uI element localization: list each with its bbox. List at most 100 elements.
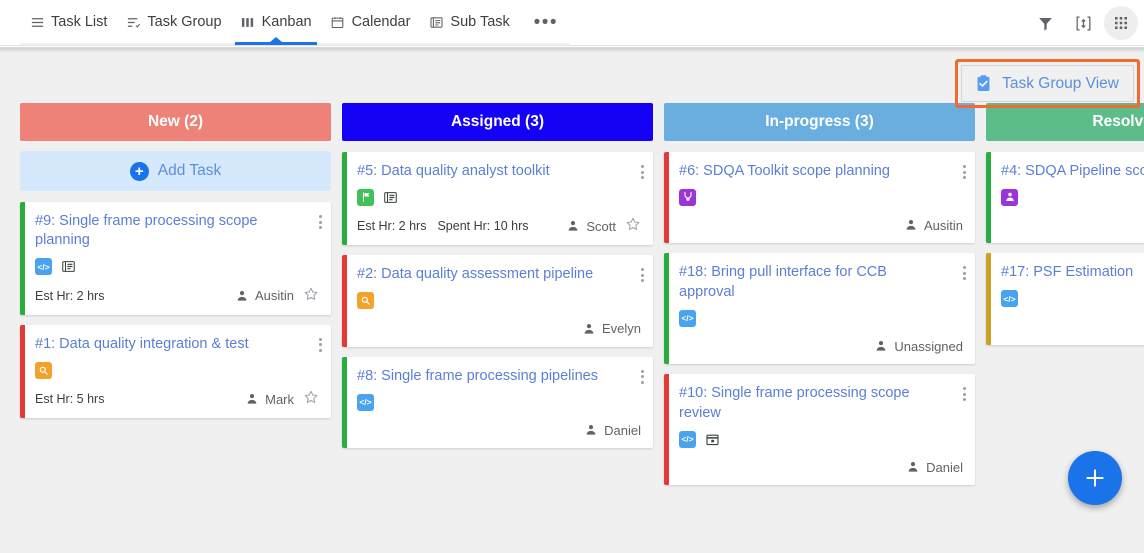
- favorite-star-icon[interactable]: [303, 389, 319, 409]
- active-tab-underline: [234, 42, 317, 45]
- task-card[interactable]: #5: Data quality analyst toolkit Est Hr: …: [342, 152, 653, 246]
- search-icon: [35, 361, 52, 379]
- assignee[interactable]: Ausitin: [904, 218, 963, 233]
- person-badge-icon: [1001, 188, 1018, 206]
- est-hours: Est Hr: 5 hrs: [35, 392, 105, 407]
- tab-calendar[interactable]: Calendar: [321, 0, 420, 45]
- task-card-title: #17: PSF Estimation: [1001, 264, 1134, 281]
- code-icon: </>: [35, 258, 52, 276]
- task-card-footer: Daniel: [679, 458, 963, 476]
- column-header: In-progress (3): [664, 103, 975, 141]
- task-card-icons: </>: [35, 258, 319, 276]
- person-icon: [245, 392, 259, 406]
- card-menu-icon[interactable]: [641, 165, 644, 179]
- task-card[interactable]: #2: Data quality assessment pipeline Evel…: [342, 255, 653, 347]
- task-card-footer: Evelyn: [357, 320, 641, 338]
- task-card-footer: Est Hr: 2 hrs Spent Hr: 10 hrs Scott: [357, 216, 641, 236]
- list-icon: [29, 15, 45, 31]
- card-list: #9: Single frame processing scope planni…: [20, 202, 331, 419]
- assignee-name: Scott: [586, 218, 616, 234]
- card-menu-icon[interactable]: [641, 268, 644, 283]
- outline-icon: [383, 190, 398, 205]
- task-card[interactable]: #18: Bring pull interface for CCB approv…: [664, 253, 975, 365]
- task-card-title: #5: Data quality analyst toolkit: [357, 163, 550, 179]
- card-menu-icon[interactable]: [963, 266, 966, 281]
- more-views-button[interactable]: •••: [529, 6, 563, 40]
- card-menu-icon[interactable]: [319, 215, 322, 229]
- tab-label: Calendar: [351, 14, 411, 31]
- person-icon: [906, 460, 920, 474]
- kanban-icon: [240, 15, 256, 31]
- task-card[interactable]: #8: Single frame processing pipelines </>…: [342, 356, 653, 449]
- filter-icon[interactable]: [1028, 6, 1062, 40]
- sort-icon[interactable]: [1066, 6, 1100, 40]
- add-task-button[interactable]: + Add Task: [20, 151, 331, 191]
- kanban-column: Resolved (De #4: SDQA Pipeline scope r #17…: [986, 103, 1144, 485]
- task-card[interactable]: #4: SDQA Pipeline scope r: [986, 152, 1144, 244]
- tab-task-group[interactable]: Task Group: [116, 0, 230, 45]
- task-card-icons: [679, 188, 963, 206]
- task-card-icons: [1001, 188, 1144, 206]
- top-navigation-bar: Task List Task Group Kanban Calendar Sub Tas…: [0, 0, 1144, 46]
- card-list: #6: SDQA Toolkit scope planning Ausitin #1…: [664, 152, 975, 486]
- assignee[interactable]: Evelyn: [582, 321, 641, 336]
- assignee[interactable]: Unassigned: [874, 339, 963, 354]
- task-card[interactable]: #9: Single frame processing scope planni…: [20, 202, 331, 315]
- task-card[interactable]: #1: Data quality integration & test Est H…: [20, 324, 331, 419]
- card-menu-icon[interactable]: [641, 369, 644, 384]
- calendar-icon: [705, 432, 720, 447]
- code-icon: </>: [357, 393, 374, 411]
- tab-label: Task Group: [147, 14, 222, 31]
- task-card-title: #4: SDQA Pipeline scope r: [1001, 163, 1144, 179]
- favorite-star-icon[interactable]: [303, 286, 319, 306]
- person-icon: [904, 218, 918, 232]
- task-card[interactable]: #6: SDQA Toolkit scope planning Ausitin: [664, 152, 975, 244]
- calendar-icon: [330, 15, 346, 31]
- column-header: Assigned (3): [342, 103, 653, 141]
- stethoscope-icon: [679, 188, 696, 206]
- task-card-title: #8: Single frame processing pipelines: [357, 367, 598, 384]
- task-card-footer: Unassigned: [679, 337, 963, 355]
- clipboard-check-icon: [974, 74, 993, 93]
- spent-hours: Spent Hr: 10 hrs: [437, 219, 529, 234]
- assignee-name: Daniel: [604, 422, 641, 438]
- card-menu-icon[interactable]: [963, 387, 966, 402]
- assignee[interactable]: Daniel: [906, 460, 963, 475]
- card-list: #5: Data quality analyst toolkit Est Hr: …: [342, 152, 653, 449]
- task-card[interactable]: #17: PSF Estimation </>: [986, 253, 1144, 345]
- card-menu-icon[interactable]: [963, 165, 966, 179]
- add-task-fab[interactable]: [1068, 451, 1122, 505]
- tab-sub-task[interactable]: Sub Task: [419, 0, 518, 45]
- task-card-footer: [1001, 216, 1144, 234]
- assignee-name: Mark: [265, 391, 294, 407]
- task-card-title: #9: Single frame processing scope planni…: [35, 213, 258, 249]
- task-card-title: #18: Bring pull interface for CCB approv…: [679, 264, 887, 300]
- task-group-view-toggle[interactable]: Task Group View: [961, 65, 1134, 102]
- favorite-star-icon[interactable]: [625, 216, 641, 236]
- task-card-icons: </>: [679, 430, 963, 448]
- plus-icon: +: [129, 161, 149, 181]
- task-group-view-highlight: Task Group View: [955, 59, 1140, 108]
- tab-task-list[interactable]: Task List: [20, 0, 116, 45]
- assignee[interactable]: Ausitin: [235, 288, 294, 303]
- task-card[interactable]: #10: Single frame processing scope revie…: [664, 374, 975, 486]
- task-card-footer: Est Hr: 5 hrs Mark: [35, 389, 319, 409]
- grid-view-icon[interactable]: [1104, 6, 1138, 40]
- kanban-column: In-progress (3) #6: SDQA Toolkit scope pl…: [664, 103, 975, 486]
- task-card-icons: </>: [357, 393, 641, 411]
- card-menu-icon[interactable]: [319, 337, 322, 352]
- task-card-title: #2: Data quality assessment pipeline: [357, 266, 594, 283]
- assignee[interactable]: Scott: [566, 219, 616, 234]
- task-hours: Est Hr: 5 hrs: [35, 392, 104, 406]
- task-group-view-label: Task Group View: [1002, 74, 1119, 92]
- assignee[interactable]: Mark: [245, 392, 294, 407]
- task-card-title: #6: SDQA Toolkit scope planning: [679, 163, 890, 179]
- tab-kanban[interactable]: Kanban: [231, 0, 321, 45]
- est-hours: Est Hr: 2 hrs: [357, 219, 427, 234]
- kanban-board: Task Group View New (2) + Add Task #9: Sing…: [0, 47, 1144, 553]
- tab-label: Task List: [51, 14, 108, 31]
- assignee[interactable]: Daniel: [584, 423, 641, 438]
- task-group-icon: [125, 15, 141, 31]
- sub-task-icon: [428, 15, 444, 31]
- task-card-footer: [1001, 318, 1144, 336]
